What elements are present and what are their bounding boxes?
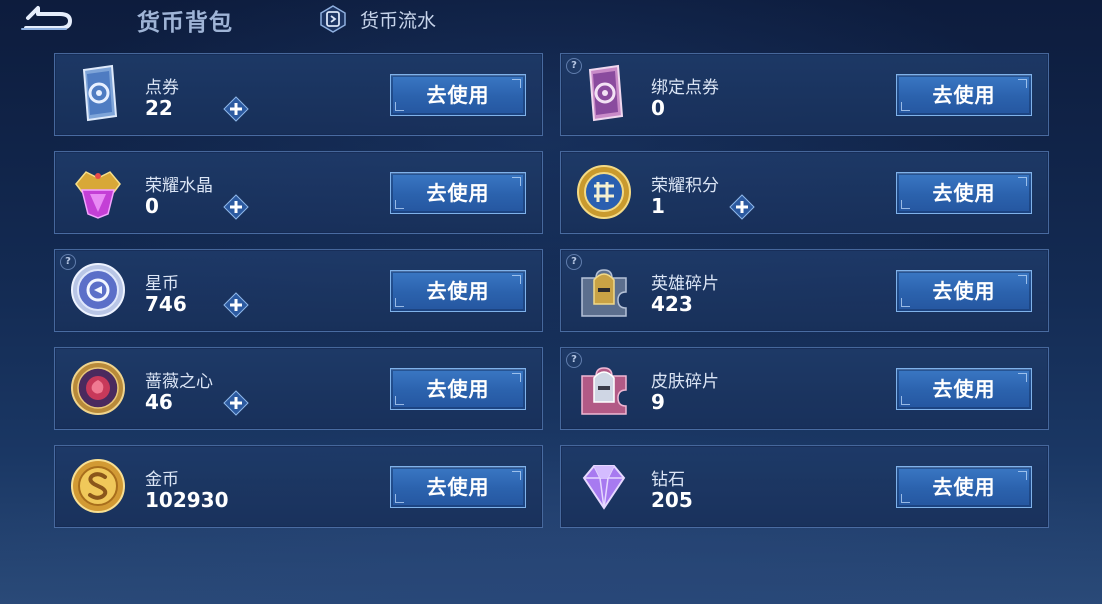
currency-name: 皮肤碎片 [651, 372, 719, 392]
use-button[interactable]: 去使用 [896, 270, 1032, 312]
currency-value: 746 [145, 292, 187, 316]
use-button[interactable]: 去使用 [390, 74, 526, 116]
currency-value: 22 [145, 96, 173, 120]
currency-card-star-coin: ? 星币 746 去使用 [54, 249, 543, 332]
currency-card-hero-shard: ? 英雄碎片 423 去使用 [560, 249, 1049, 332]
use-button[interactable]: 去使用 [896, 172, 1032, 214]
bound-coupon-icon [588, 64, 624, 122]
use-button[interactable]: 去使用 [896, 466, 1032, 508]
use-button[interactable]: 去使用 [390, 172, 526, 214]
currency-value: 102930 [145, 488, 229, 512]
currency-flow-link[interactable]: 货币流水 [318, 4, 436, 34]
currency-card-gold-coin: 金币 102930 去使用 [54, 445, 543, 528]
top-bar: 货币背包 货币流水 [0, 0, 1102, 40]
currency-flow-label: 货币流水 [360, 9, 437, 32]
currency-card-diamond: 钻石 205 去使用 [560, 445, 1049, 528]
currency-flow-icon [320, 5, 346, 33]
currency-name: 点券 [145, 78, 179, 98]
hero-shard-icon [581, 269, 627, 317]
currency-value: 9 [651, 390, 665, 414]
add-coupon-plus-icon[interactable] [223, 96, 249, 122]
glory-crystal-icon [75, 171, 121, 219]
back-arrow-icon [21, 6, 72, 30]
currency-value: 205 [651, 488, 693, 512]
currency-card-bound-coupon: ? 绑定点券 0 去使用 [560, 53, 1049, 136]
currency-name: 绑定点券 [651, 78, 719, 98]
use-button[interactable]: 去使用 [896, 74, 1032, 116]
currency-name: 星币 [145, 274, 179, 294]
gold-coin-icon [71, 459, 125, 513]
use-button[interactable]: 去使用 [390, 368, 526, 410]
currency-value: 0 [145, 194, 159, 218]
use-button[interactable]: 去使用 [390, 270, 526, 312]
add-star-coin-plus-icon[interactable] [223, 292, 249, 318]
back-button[interactable] [18, 3, 76, 33]
currency-name: 钻石 [651, 470, 685, 490]
use-button[interactable]: 去使用 [390, 466, 526, 508]
diamond-icon [582, 465, 626, 510]
currency-value: 0 [651, 96, 665, 120]
page-title: 货币背包 [137, 10, 233, 36]
add-rose-heart-plus-icon[interactable] [223, 390, 249, 416]
currency-card-glory-points: 荣耀积分 1 去使用 [560, 151, 1049, 234]
currency-name: 金币 [145, 470, 179, 490]
coupon-ticket-icon [82, 64, 118, 122]
currency-card-rose-heart: 蔷薇之心 46 去使用 [54, 347, 543, 430]
use-button[interactable]: 去使用 [896, 368, 1032, 410]
currency-name: 蔷薇之心 [145, 372, 213, 392]
currency-card-glory-crystal: 荣耀水晶 0 去使用 [54, 151, 543, 234]
rose-heart-icon [71, 361, 125, 415]
skin-shard-icon [581, 367, 627, 415]
add-glory-points-plus-icon[interactable] [729, 194, 755, 220]
currency-name: 英雄碎片 [651, 274, 719, 294]
currency-card-skin-shard: ? 皮肤碎片 9 去使用 [560, 347, 1049, 430]
star-coin-icon [71, 263, 125, 317]
add-glory-crystal-plus-icon[interactable] [223, 194, 249, 220]
currency-value: 1 [651, 194, 665, 218]
currency-name: 荣耀水晶 [145, 176, 213, 196]
currency-name: 荣耀积分 [651, 176, 719, 196]
glory-points-icon [577, 165, 631, 219]
currency-value: 423 [651, 292, 693, 316]
currency-card-coupon: 点券 22 去使用 [54, 53, 543, 136]
currency-value: 46 [145, 390, 173, 414]
